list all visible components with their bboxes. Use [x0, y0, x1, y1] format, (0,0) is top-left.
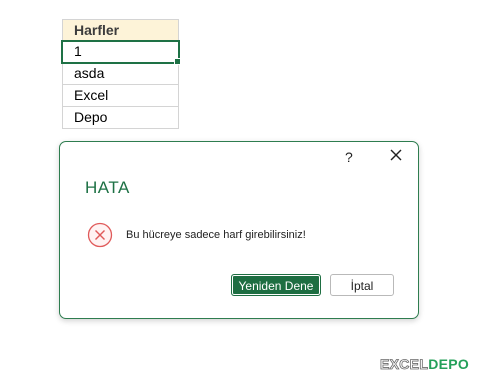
help-button[interactable]: ?	[345, 149, 353, 165]
fill-handle[interactable]	[174, 58, 181, 65]
error-dialog: ? HATA Bu hücreye sadece harf girebilirs…	[59, 141, 419, 319]
cell[interactable]: asda	[62, 63, 179, 85]
logo-text: EXCELDEPO	[380, 356, 470, 373]
retry-button[interactable]: Yeniden Dene	[231, 274, 321, 296]
excel-depo-logo: EXCELDEPO	[380, 355, 469, 373]
column-header-harfler[interactable]: Harfler	[62, 19, 179, 41]
cell-active[interactable]: 1	[61, 40, 181, 65]
cancel-button[interactable]: İptal	[330, 274, 394, 296]
cell[interactable]: Depo	[62, 107, 179, 129]
close-icon[interactable]	[388, 147, 404, 163]
dialog-title: HATA	[85, 178, 130, 197]
dialog-message: Bu hücreye sadece harf girebilirsiniz!	[126, 229, 306, 241]
cell-value: 1	[74, 43, 82, 59]
cell[interactable]: Excel	[62, 85, 179, 107]
spreadsheet: Harfler 1 asda Excel Depo	[61, 19, 181, 129]
error-icon	[87, 222, 113, 248]
